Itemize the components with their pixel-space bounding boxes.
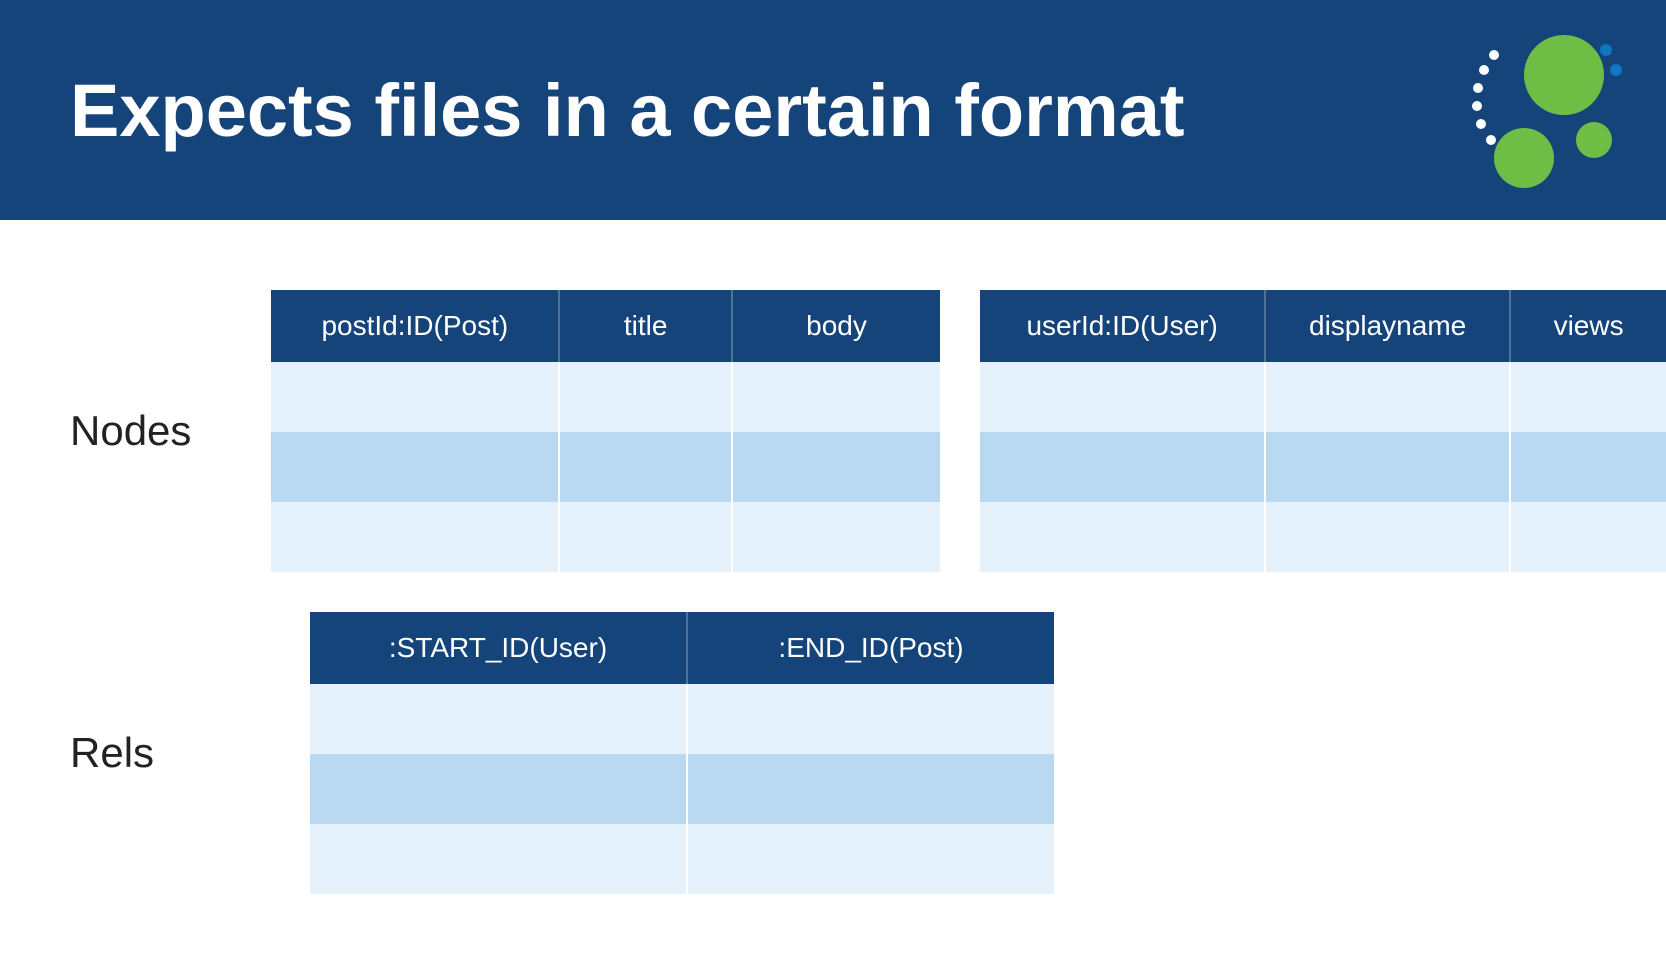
table-header-row: postId:ID(Post) title body (271, 290, 940, 362)
table-row (980, 362, 1666, 432)
neo4j-logo-icon (1446, 20, 1626, 205)
slide-title: Expects files in a certain format (70, 68, 1185, 153)
rels-row: Rels :START_ID(User) :END_ID(Post) (0, 612, 1666, 894)
rels-table: :START_ID(User) :END_ID(Post) (310, 612, 1054, 894)
column-header: views (1511, 290, 1666, 362)
slide-body: Nodes postId:ID(Post) title body (0, 220, 1666, 894)
nodes-tables: postId:ID(Post) title body userId:ID(Use… (271, 290, 1666, 572)
slide-header: Expects files in a certain format (0, 0, 1666, 220)
column-header: title (560, 290, 732, 362)
rels-tables: :START_ID(User) :END_ID(Post) (310, 612, 1054, 894)
table-row (271, 362, 940, 432)
table-row (271, 432, 940, 502)
nodes-label: Nodes (0, 407, 271, 455)
table-row (980, 432, 1666, 502)
column-header: :END_ID(Post) (688, 612, 1054, 684)
column-header: userId:ID(User) (980, 290, 1266, 362)
users-table: userId:ID(User) displayname views (980, 290, 1666, 572)
column-header: displayname (1266, 290, 1511, 362)
table-row (310, 754, 1054, 824)
column-header: postId:ID(Post) (271, 290, 560, 362)
table-row (310, 684, 1054, 754)
table-row (980, 502, 1666, 572)
posts-table: postId:ID(Post) title body (271, 290, 940, 572)
table-header-row: userId:ID(User) displayname views (980, 290, 1666, 362)
table-row (310, 824, 1054, 894)
column-header: :START_ID(User) (310, 612, 688, 684)
column-header: body (733, 290, 940, 362)
table-header-row: :START_ID(User) :END_ID(Post) (310, 612, 1054, 684)
table-row (271, 502, 940, 572)
nodes-row: Nodes postId:ID(Post) title body (0, 290, 1666, 572)
rels-label: Rels (0, 729, 310, 777)
